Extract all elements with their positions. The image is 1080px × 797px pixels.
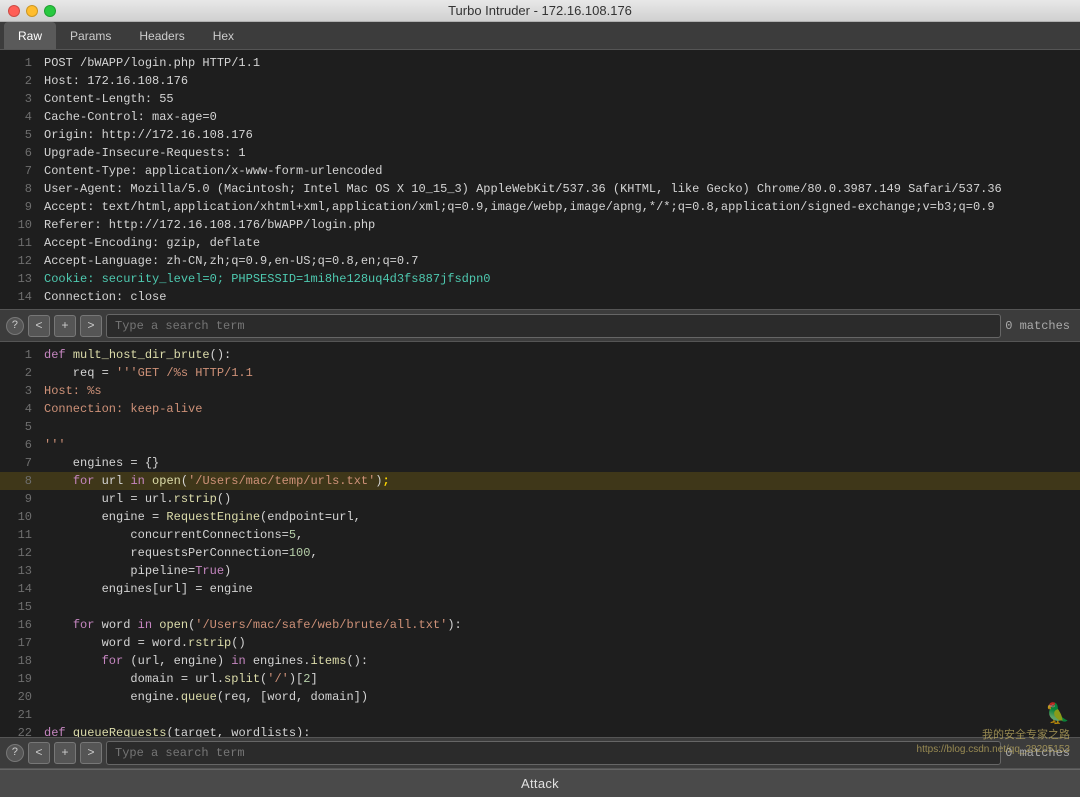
table-row: 11 Accept-Encoding: gzip, deflate bbox=[0, 234, 1080, 252]
top-search-input[interactable] bbox=[106, 314, 1001, 338]
table-row: 15 bbox=[0, 306, 1080, 310]
table-row: 7 engines = {} bbox=[0, 454, 1080, 472]
table-row: 16 for word in open('/Users/mac/safe/web… bbox=[0, 616, 1080, 634]
table-row: 9 url = url.rstrip() bbox=[0, 490, 1080, 508]
window-title: Turbo Intruder - 172.16.108.176 bbox=[448, 3, 632, 18]
table-row: 13 pipeline=True) bbox=[0, 562, 1080, 580]
close-button[interactable] bbox=[8, 5, 20, 17]
minimize-button[interactable] bbox=[26, 5, 38, 17]
table-row: 10 Referer: http://172.16.108.176/bWAPP/… bbox=[0, 216, 1080, 234]
script-editor: 1 def mult_host_dir_brute(): 2 req = '''… bbox=[0, 342, 1080, 737]
table-row: 21 bbox=[0, 706, 1080, 724]
top-panel: 1 POST /bWAPP/login.php HTTP/1.1 2 Host:… bbox=[0, 50, 1080, 310]
table-row: 18 for (url, engine) in engines.items(): bbox=[0, 652, 1080, 670]
tabs-bar: Raw Params Headers Hex bbox=[0, 22, 1080, 50]
table-row: 17 word = word.rstrip() bbox=[0, 634, 1080, 652]
table-row: 9 Accept: text/html,application/xhtml+xm… bbox=[0, 198, 1080, 216]
bottom-panel: 1 def mult_host_dir_brute(): 2 req = '''… bbox=[0, 342, 1080, 737]
table-row: 12 Accept-Language: zh-CN,zh;q=0.9,en-US… bbox=[0, 252, 1080, 270]
bottom-next-button[interactable]: > bbox=[80, 742, 102, 764]
table-row: 11 concurrentConnections=5, bbox=[0, 526, 1080, 544]
table-row: 3 Host: %s bbox=[0, 382, 1080, 400]
table-row: 1 POST /bWAPP/login.php HTTP/1.1 bbox=[0, 54, 1080, 72]
help-button[interactable]: ? bbox=[6, 317, 24, 335]
table-row: 15 bbox=[0, 598, 1080, 616]
next-match-button[interactable]: > bbox=[80, 315, 102, 337]
table-row: 6 ''' bbox=[0, 436, 1080, 454]
http-request: 1 POST /bWAPP/login.php HTTP/1.1 2 Host:… bbox=[0, 50, 1080, 310]
table-row: 13 Cookie: security_level=0; PHPSESSID=1… bbox=[0, 270, 1080, 288]
tab-hex[interactable]: Hex bbox=[199, 22, 248, 49]
table-row: 4 Cache-Control: max-age=0 bbox=[0, 108, 1080, 126]
table-row: 22 def queueRequests(target, wordlists): bbox=[0, 724, 1080, 737]
tab-params[interactable]: Params bbox=[56, 22, 125, 49]
table-row: 14 engines[url] = engine bbox=[0, 580, 1080, 598]
table-row: 6 Upgrade-Insecure-Requests: 1 bbox=[0, 144, 1080, 162]
tab-raw[interactable]: Raw bbox=[4, 22, 56, 49]
table-row: 10 engine = RequestEngine(endpoint=url, bbox=[0, 508, 1080, 526]
attack-bar: Attack bbox=[0, 769, 1080, 797]
bottom-add-button[interactable]: + bbox=[54, 742, 76, 764]
bottom-matches-label: 0 matches bbox=[1005, 746, 1074, 760]
table-row: 2 Host: 172.16.108.176 bbox=[0, 72, 1080, 90]
add-match-button[interactable]: + bbox=[54, 315, 76, 337]
table-row: 7 Content-Type: application/x-www-form-u… bbox=[0, 162, 1080, 180]
top-search-bar: ? < + > 0 matches bbox=[0, 310, 1080, 342]
attack-button[interactable]: Attack bbox=[521, 776, 559, 791]
bottom-search-input[interactable] bbox=[106, 741, 1001, 765]
table-row: 8 for url in open('/Users/mac/temp/urls.… bbox=[0, 472, 1080, 490]
table-row: 3 Content-Length: 55 bbox=[0, 90, 1080, 108]
table-row: 5 bbox=[0, 418, 1080, 436]
bottom-help-button[interactable]: ? bbox=[6, 744, 24, 762]
title-bar: Turbo Intruder - 172.16.108.176 bbox=[0, 0, 1080, 22]
table-row: 12 requestsPerConnection=100, bbox=[0, 544, 1080, 562]
traffic-lights bbox=[8, 5, 56, 17]
table-row: 19 domain = url.split('/')[2] bbox=[0, 670, 1080, 688]
table-row: 2 req = '''GET /%s HTTP/1.1 bbox=[0, 364, 1080, 382]
bottom-search-bar: ? < + > 0 matches bbox=[0, 737, 1080, 769]
table-row: 20 engine.queue(req, [word, domain]) bbox=[0, 688, 1080, 706]
bottom-prev-button[interactable]: < bbox=[28, 742, 50, 764]
top-matches-label: 0 matches bbox=[1005, 319, 1074, 333]
tab-headers[interactable]: Headers bbox=[125, 22, 198, 49]
table-row: 1 def mult_host_dir_brute(): bbox=[0, 346, 1080, 364]
table-row: 5 Origin: http://172.16.108.176 bbox=[0, 126, 1080, 144]
table-row: 8 User-Agent: Mozilla/5.0 (Macintosh; In… bbox=[0, 180, 1080, 198]
table-row: 14 Connection: close bbox=[0, 288, 1080, 306]
maximize-button[interactable] bbox=[44, 5, 56, 17]
table-row: 4 Connection: keep-alive bbox=[0, 400, 1080, 418]
prev-match-button[interactable]: < bbox=[28, 315, 50, 337]
